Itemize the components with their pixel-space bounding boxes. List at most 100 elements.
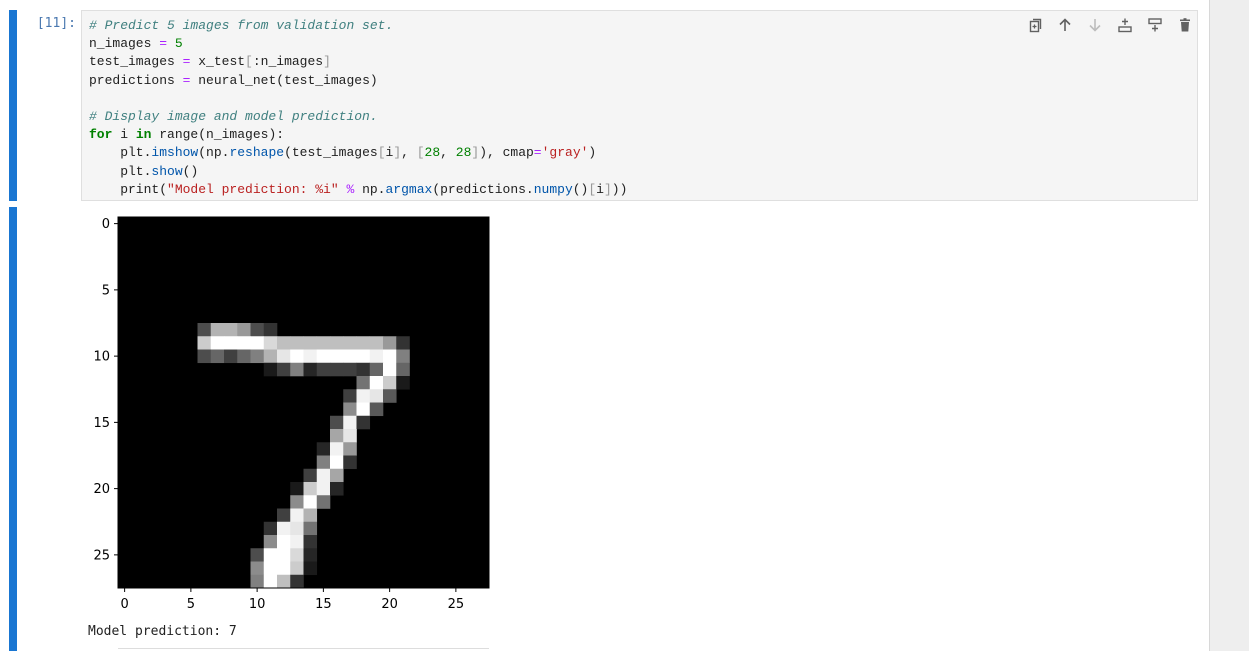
code-token: )) bbox=[611, 181, 628, 197]
image-pixel bbox=[263, 362, 278, 377]
image-pixel bbox=[197, 336, 212, 350]
insert-cell-above-icon bbox=[1118, 18, 1132, 33]
y-tick-label: 0 bbox=[102, 217, 110, 232]
code-token: test_images bbox=[89, 54, 183, 70]
code-token: show bbox=[151, 163, 183, 179]
image-pixel bbox=[343, 415, 357, 430]
image-pixel bbox=[277, 336, 291, 350]
code-text[interactable]: # Predict 5 images from validation set. … bbox=[89, 17, 627, 199]
image-pixel bbox=[316, 495, 331, 509]
image-pixel bbox=[224, 349, 238, 364]
code-token: # Display image and model prediction. bbox=[89, 109, 378, 125]
image-pixel bbox=[197, 349, 212, 364]
image-pixel bbox=[224, 323, 238, 337]
image-pixel bbox=[250, 561, 265, 576]
image-pixel bbox=[316, 482, 331, 496]
code-token: (test_images bbox=[284, 145, 378, 161]
active-cell-indicator bbox=[9, 10, 17, 201]
code-token: () bbox=[572, 181, 589, 197]
image-pixel bbox=[277, 561, 291, 576]
code-token: (np. bbox=[198, 145, 230, 161]
code-token: (predictions. bbox=[432, 181, 534, 197]
model-prediction-output: Model prediction: 7 bbox=[88, 624, 237, 639]
image-pixel bbox=[290, 495, 304, 509]
image-pixel bbox=[263, 323, 278, 337]
insert-cell-below-button[interactable] bbox=[1142, 14, 1168, 36]
code-token: [ bbox=[416, 145, 425, 161]
image-pixel bbox=[330, 429, 344, 443]
x-tick-label: 0 bbox=[120, 597, 128, 612]
scrollbar-track[interactable] bbox=[1209, 0, 1249, 651]
image-pixel bbox=[343, 389, 357, 403]
code-token: = bbox=[533, 145, 542, 161]
image-pixel bbox=[263, 349, 278, 364]
image-pixel bbox=[303, 508, 318, 523]
image-pixel bbox=[316, 442, 331, 456]
code-token: 5 bbox=[174, 36, 183, 52]
duplicate-cell-button[interactable] bbox=[1022, 14, 1048, 36]
image-pixel bbox=[330, 362, 344, 377]
y-tick-label: 5 bbox=[102, 283, 110, 298]
code-token: , bbox=[440, 145, 456, 161]
image-pixel bbox=[330, 336, 344, 350]
code-editor[interactable]: # Predict 5 images from validation set. … bbox=[81, 10, 1198, 201]
code-token: 'gray' bbox=[541, 145, 589, 161]
move-cell-down-icon bbox=[1089, 19, 1101, 32]
image-pixel bbox=[303, 535, 318, 549]
image-pixel bbox=[210, 323, 225, 337]
image-pixel bbox=[250, 349, 265, 364]
delete-cell-button[interactable] bbox=[1172, 14, 1198, 36]
image-pixel bbox=[290, 482, 304, 496]
image-pixel bbox=[197, 323, 212, 337]
y-tick-label: 10 bbox=[93, 350, 110, 365]
image-pixel bbox=[396, 349, 410, 364]
image-pixel bbox=[277, 362, 291, 377]
image-pixel bbox=[263, 535, 278, 549]
move-cell-up-icon bbox=[1059, 18, 1071, 31]
image-pixel bbox=[224, 336, 238, 350]
code-token: :n_images bbox=[252, 54, 324, 70]
image-pixel bbox=[303, 561, 318, 576]
code-token: predictions bbox=[89, 72, 183, 88]
image-pixel bbox=[330, 442, 344, 456]
image-pixel bbox=[330, 415, 344, 430]
image-pixel bbox=[369, 362, 384, 377]
image-pixel bbox=[369, 349, 384, 364]
image-pixel bbox=[303, 548, 318, 562]
code-token: "Model prediction: %i" bbox=[167, 181, 339, 197]
image-pixel bbox=[356, 349, 371, 364]
image-pixel bbox=[396, 376, 410, 390]
image-pixel bbox=[263, 548, 278, 562]
code-token: ] bbox=[393, 145, 402, 161]
image-pixel bbox=[330, 468, 344, 483]
insert-cell-above-button[interactable] bbox=[1112, 14, 1138, 36]
image-pixel bbox=[383, 389, 397, 403]
move-cell-down-button[interactable] bbox=[1082, 14, 1108, 36]
image-pixel bbox=[250, 336, 265, 350]
image-pixel bbox=[303, 349, 318, 364]
code-token: () bbox=[182, 163, 199, 179]
image-pixel bbox=[290, 508, 304, 523]
image-pixel bbox=[369, 376, 384, 390]
code-token: argmax bbox=[385, 181, 433, 197]
y-tick-label: 25 bbox=[93, 548, 110, 563]
image-pixel bbox=[303, 521, 318, 536]
image-pixel bbox=[250, 548, 265, 562]
image-pixel bbox=[277, 574, 291, 589]
code-token: = bbox=[159, 36, 168, 52]
x-tick-label: 20 bbox=[381, 597, 398, 612]
image-pixel bbox=[303, 336, 318, 350]
output-cell-indicator bbox=[9, 207, 17, 651]
image-pixel bbox=[290, 561, 304, 576]
x-tick-label: 25 bbox=[448, 597, 465, 612]
move-cell-up-button[interactable] bbox=[1052, 14, 1078, 36]
image-pixel bbox=[383, 362, 397, 377]
image-pixel bbox=[343, 455, 357, 470]
image-pixel bbox=[330, 455, 344, 470]
image-pixel bbox=[277, 349, 291, 364]
image-pixel bbox=[303, 482, 318, 496]
image-pixel bbox=[263, 336, 278, 350]
code-token: ), cmap bbox=[479, 145, 534, 161]
image-pixel bbox=[343, 349, 357, 364]
